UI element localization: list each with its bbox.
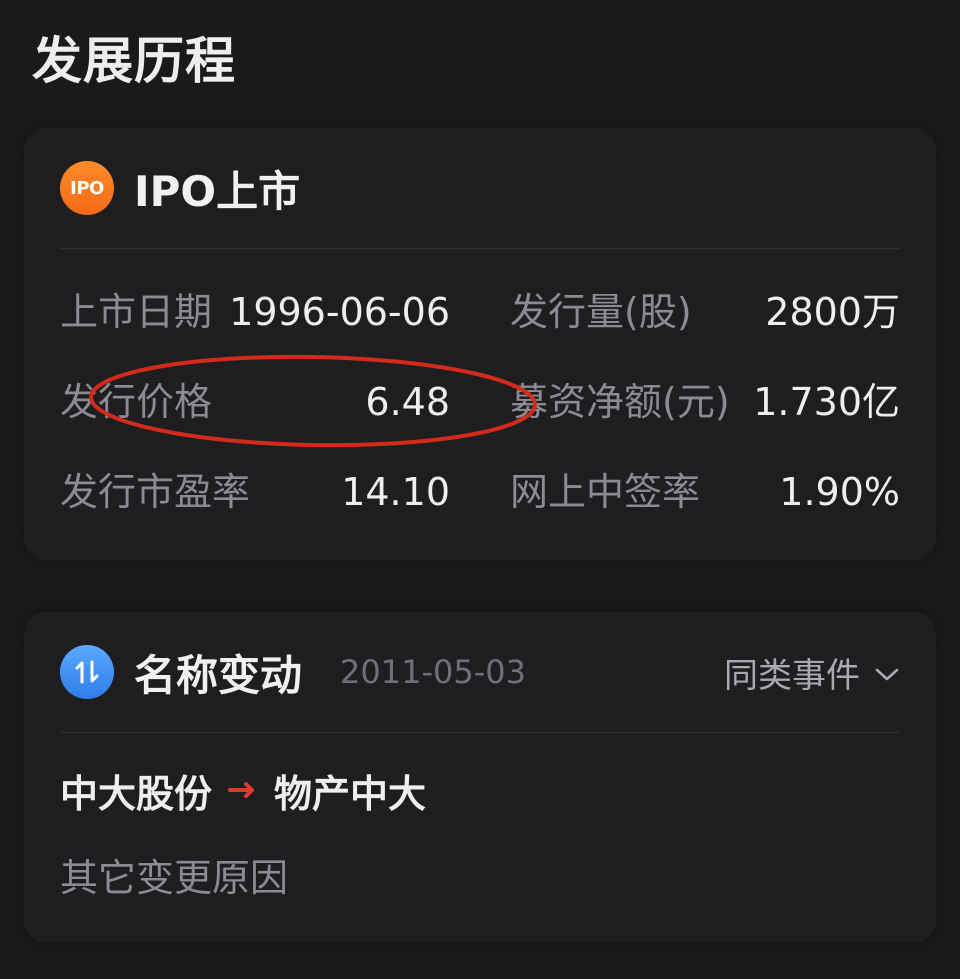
issue-volume-value: 2800万: [765, 290, 900, 334]
issue-volume-label: 发行量(股): [510, 290, 692, 334]
old-name: 中大股份: [60, 771, 213, 816]
rename-date: 2011-05-03: [340, 653, 526, 691]
stat-row: 发行市盈率 14.10 网上中签率 1.90%: [60, 462, 900, 522]
issue-price-value: 6.48: [365, 380, 450, 424]
net-proceeds-value: 1.730亿: [753, 380, 900, 424]
issue-price-label: 发行价格: [60, 380, 213, 424]
ipo-card-header: IPO IPO上市: [60, 128, 900, 249]
stat-row: 发行价格 6.48 募资净额(元) 1.730亿: [60, 372, 900, 432]
listing-date-value: 1996-06-06: [229, 290, 450, 334]
ipo-card: IPO IPO上市 上市日期 1996-06-06 发行量(股) 2800万 发…: [24, 128, 936, 560]
new-name: 物产中大: [274, 771, 427, 816]
rename-card-header: 名称变动 2011-05-03 同类事件: [60, 612, 900, 733]
issue-pe-value: 14.10: [341, 470, 450, 514]
online-lottery-rate-value: 1.90%: [779, 470, 900, 514]
similar-events-button[interactable]: 同类事件: [724, 648, 900, 697]
stat-row: 上市日期 1996-06-06 发行量(股) 2800万: [60, 282, 900, 342]
listing-date-label: 上市日期: [60, 290, 213, 334]
swap-arrows-icon: [60, 645, 114, 699]
chevron-down-icon: [874, 652, 900, 692]
similar-events-label: 同类事件: [724, 655, 860, 696]
change-reason: 其它变更原因: [60, 856, 289, 900]
rename-detail: 中大股份 物产中大: [60, 758, 426, 822]
rename-card-title: 名称变动: [134, 650, 303, 700]
ipo-card-title: IPO上市: [134, 166, 301, 216]
ipo-badge-icon: IPO: [60, 161, 114, 215]
arrow-right-icon: [228, 779, 262, 801]
page-title: 发展历程: [32, 32, 236, 90]
rename-card: 名称变动 2011-05-03 同类事件 中大股份 物产中大 其它变更原因: [24, 612, 936, 942]
issue-pe-label: 发行市盈率: [60, 470, 251, 514]
net-proceeds-label: 募资净额(元): [510, 380, 730, 424]
online-lottery-rate-label: 网上中签率: [510, 470, 701, 514]
